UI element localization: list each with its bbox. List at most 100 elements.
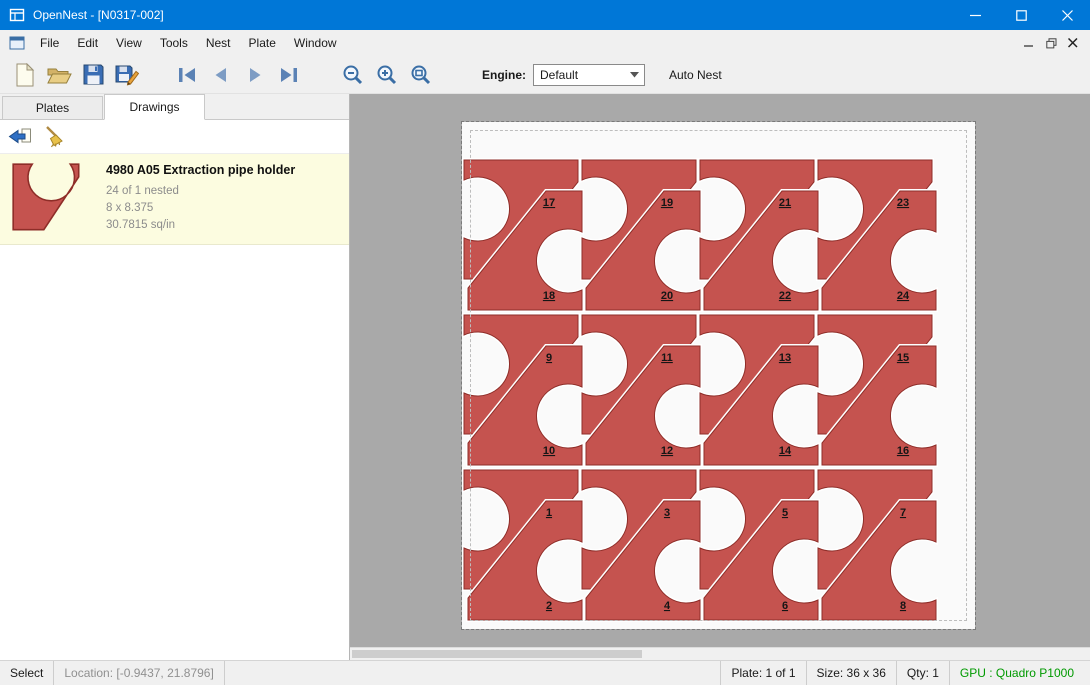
nest-canvas[interactable]: 171819202122232491011121314151612345678 bbox=[350, 94, 1090, 660]
nested-part-pair[interactable]: 9 10 bbox=[464, 315, 582, 465]
menu-item-window[interactable]: Window bbox=[285, 30, 346, 56]
menu-item-view[interactable]: View bbox=[107, 30, 151, 56]
part-number-top[interactable]: 23 bbox=[897, 197, 909, 209]
mdi-minimize-button[interactable] bbox=[1018, 33, 1040, 53]
nested-part-pair[interactable]: 13 14 bbox=[700, 315, 818, 465]
part-number-top[interactable]: 5 bbox=[782, 507, 788, 519]
part-number-bottom[interactable]: 18 bbox=[543, 290, 555, 302]
zoom-out-icon bbox=[341, 63, 365, 87]
horizontal-scrollbar-thumb[interactable] bbox=[352, 650, 642, 658]
drawing-size: 8 x 8.375 bbox=[106, 200, 295, 217]
nested-part-pair[interactable]: 1718 bbox=[464, 160, 582, 310]
part-number-top[interactable]: 7 bbox=[900, 507, 906, 519]
mdi-close-button[interactable] bbox=[1062, 33, 1084, 53]
app-icon bbox=[9, 7, 25, 23]
menu-item-file[interactable]: File bbox=[31, 30, 68, 56]
plate-svg: 171819202122232491011121314151612345678 bbox=[462, 122, 975, 629]
engine-label: Engine: bbox=[482, 68, 526, 82]
engine-selected-value: Default bbox=[540, 68, 578, 82]
part-number-top[interactable]: 13 bbox=[779, 352, 791, 364]
part-number-bottom[interactable]: 16 bbox=[897, 445, 909, 457]
part-thumbnail bbox=[10, 161, 84, 235]
menu-item-nest[interactable]: Nest bbox=[197, 30, 240, 56]
menu-item-edit[interactable]: Edit bbox=[68, 30, 107, 56]
status-qty: Qty: 1 bbox=[897, 661, 950, 685]
maximize-button[interactable] bbox=[998, 0, 1044, 30]
status-size: Size: 36 x 36 bbox=[807, 661, 897, 685]
part-number-top[interactable]: 11 bbox=[661, 352, 673, 364]
part-number-bottom[interactable]: 20 bbox=[661, 290, 673, 302]
new-document-icon bbox=[14, 63, 36, 87]
menu-item-plate[interactable]: Plate bbox=[240, 30, 285, 56]
part-number-top[interactable]: 3 bbox=[664, 507, 670, 519]
open-folder-icon bbox=[46, 63, 72, 87]
part-number-top[interactable]: 1 bbox=[546, 507, 552, 519]
status-location: Location: [-0.9437, 21.8796] bbox=[54, 661, 224, 685]
go-first-button[interactable] bbox=[170, 59, 204, 91]
titlebar: OpenNest - [N0317-002] bbox=[0, 0, 1090, 30]
nested-part-pair[interactable]: 78 bbox=[818, 470, 936, 620]
go-next-button[interactable] bbox=[238, 59, 272, 91]
go-first-icon bbox=[175, 65, 199, 85]
mdi-close-icon bbox=[1068, 38, 1078, 48]
open-button[interactable] bbox=[42, 59, 76, 91]
send-left-button[interactable] bbox=[6, 123, 34, 151]
save-as-button[interactable] bbox=[110, 59, 144, 91]
zoom-out-button[interactable] bbox=[336, 59, 370, 91]
main-toolbar: Engine: Default Auto Nest bbox=[0, 56, 1090, 94]
plate[interactable]: 171819202122232491011121314151612345678 bbox=[462, 122, 975, 629]
nested-part-pair[interactable]: 1516 bbox=[818, 315, 936, 465]
nested-part-pair[interactable]: 1920 bbox=[582, 160, 700, 310]
zoom-in-icon bbox=[375, 63, 399, 87]
part-number-top[interactable]: 15 bbox=[897, 352, 909, 364]
menu-item-tools[interactable]: Tools bbox=[151, 30, 197, 56]
new-button[interactable] bbox=[8, 59, 42, 91]
part-number-top[interactable]: 21 bbox=[779, 197, 791, 209]
tab-strip: Plates Drawings bbox=[0, 94, 349, 120]
auto-nest-button[interactable]: Auto Nest bbox=[669, 68, 722, 82]
statusbar: Select Location: [-0.9437, 21.8796] Plat… bbox=[0, 660, 1090, 685]
mdi-restore-button[interactable] bbox=[1040, 33, 1062, 53]
nested-part-pair[interactable]: 12 bbox=[464, 470, 582, 620]
part-number-bottom[interactable]: 22 bbox=[779, 290, 791, 302]
nested-part-pair[interactable]: 21 22 bbox=[700, 160, 818, 310]
part-number-bottom[interactable]: 14 bbox=[779, 445, 792, 457]
menubar: File Edit View Tools Nest Plate Window bbox=[0, 30, 1090, 56]
nested-part-pair[interactable]: 11 12 bbox=[582, 315, 700, 465]
drawing-area: 30.7815 sq/in bbox=[106, 217, 295, 234]
minimize-button[interactable] bbox=[952, 0, 998, 30]
part-number-top[interactable]: 19 bbox=[661, 197, 673, 209]
part-number-top[interactable]: 9 bbox=[546, 352, 552, 364]
engine-select[interactable]: Default bbox=[533, 64, 645, 86]
horizontal-scrollbar[interactable] bbox=[350, 647, 1090, 660]
close-button[interactable] bbox=[1044, 0, 1090, 30]
zoom-fit-button[interactable] bbox=[404, 59, 438, 91]
tab-drawings[interactable]: Drawings bbox=[104, 94, 205, 120]
zoom-fit-icon bbox=[409, 63, 433, 87]
status-plate: Plate: 1 of 1 bbox=[720, 661, 806, 685]
part-number-bottom[interactable]: 24 bbox=[897, 290, 910, 302]
zoom-in-button[interactable] bbox=[370, 59, 404, 91]
part-number-bottom[interactable]: 6 bbox=[782, 600, 788, 612]
broom-button[interactable] bbox=[42, 123, 70, 151]
part-number-top[interactable]: 17 bbox=[543, 197, 555, 209]
part-number-bottom[interactable]: 2 bbox=[546, 600, 552, 612]
go-last-button[interactable] bbox=[272, 59, 306, 91]
nested-part-pair[interactable]: 56 bbox=[700, 470, 818, 620]
nested-part-pair[interactable]: 23 24 bbox=[818, 160, 936, 310]
part-number-bottom[interactable]: 4 bbox=[664, 600, 671, 612]
part-number-bottom[interactable]: 8 bbox=[900, 600, 906, 612]
drawing-list-item[interactable]: 4980 A05 Extraction pipe holder 24 of 1 … bbox=[0, 154, 349, 245]
part-number-bottom[interactable]: 10 bbox=[543, 445, 555, 457]
tab-plates[interactable]: Plates bbox=[2, 96, 103, 119]
minimize-icon bbox=[970, 10, 981, 21]
save-button[interactable] bbox=[76, 59, 110, 91]
go-previous-button[interactable] bbox=[204, 59, 238, 91]
drawing-title: 4980 A05 Extraction pipe holder bbox=[106, 163, 295, 177]
part-number-bottom[interactable]: 12 bbox=[661, 445, 673, 457]
chevron-down-icon bbox=[630, 72, 644, 78]
go-next-icon bbox=[243, 65, 267, 85]
nested-part-pair[interactable]: 34 bbox=[582, 470, 700, 620]
maximize-icon bbox=[1016, 10, 1027, 21]
window-title: OpenNest - [N0317-002] bbox=[33, 8, 164, 22]
